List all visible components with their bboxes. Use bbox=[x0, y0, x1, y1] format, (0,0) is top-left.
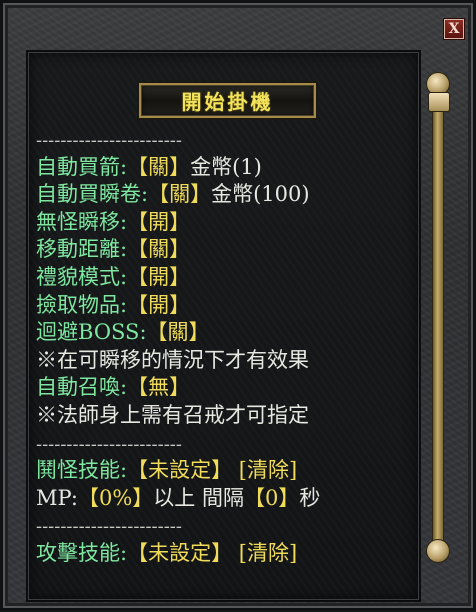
setting-label: 迴避BOSS: bbox=[36, 320, 147, 345]
setting-toggle[interactable]: 【關】 bbox=[148, 182, 211, 206]
setting-row: 移動距離:【關】 bbox=[36, 236, 416, 264]
setting-toggle[interactable]: 【關】 bbox=[147, 320, 210, 344]
setting-label: 撿取物品: bbox=[36, 292, 128, 317]
scrollbar-thumb[interactable] bbox=[428, 92, 450, 112]
setting-row: 自動買瞬卷:【關】金幣(100) bbox=[36, 181, 416, 209]
skill-clear-button[interactable]: [清除] bbox=[239, 541, 297, 565]
note-row: ※在可瞬移的情況下才有效果 bbox=[36, 347, 416, 375]
setting-toggle[interactable]: 【無】 bbox=[127, 375, 190, 399]
note-text: ※法師身上需有召戒才可指定 bbox=[36, 402, 309, 427]
skill-row: 攻擊技能:【未設定】 [清除] bbox=[36, 540, 416, 568]
setting-label: 自動買箭: bbox=[36, 154, 128, 179]
setting-extra: 金幣(100) bbox=[211, 182, 310, 207]
mp-seconds-label: 秒 bbox=[299, 485, 321, 510]
note-row: ※法師身上需有召戒才可指定 bbox=[36, 402, 416, 430]
mp-interval-label: 以上 間隔 bbox=[153, 485, 244, 510]
divider: ------------------------ bbox=[36, 430, 416, 458]
mp-label: MP: bbox=[36, 485, 78, 510]
setting-toggle[interactable]: 【關】 bbox=[127, 237, 190, 261]
mp-percent-select[interactable]: 【0%】 bbox=[78, 486, 153, 510]
skill-label: 鬨怪技能: bbox=[36, 458, 128, 483]
scroll-down-knob[interactable] bbox=[426, 539, 450, 563]
skill-select[interactable]: 【未設定】 bbox=[127, 541, 232, 565]
skill-row: 鬨怪技能:【未設定】 [清除] bbox=[36, 457, 416, 485]
setting-toggle[interactable]: 【開】 bbox=[127, 210, 190, 234]
setting-toggle[interactable]: 【開】 bbox=[127, 293, 190, 317]
setting-label: 自動召喚: bbox=[36, 375, 128, 400]
skill-select[interactable]: 【未設定】 bbox=[127, 458, 232, 482]
start-auto-hunt-button[interactable]: 開始掛機 bbox=[139, 83, 316, 118]
setting-row: 自動買箭:【關】金幣(1) bbox=[36, 154, 416, 182]
divider-text: ------------------------ bbox=[36, 516, 182, 538]
mp-row: MP:【0%】以上 間隔【0】秒 bbox=[36, 485, 416, 513]
setting-label: 自動買瞬卷: bbox=[36, 182, 149, 207]
divider: ------------------------ bbox=[36, 512, 416, 540]
divider: ------------------------ bbox=[36, 126, 416, 154]
setting-toggle[interactable]: 【關】 bbox=[127, 155, 190, 179]
setting-row: 迴避BOSS:【關】 bbox=[36, 319, 416, 347]
setting-toggle[interactable]: 【開】 bbox=[127, 265, 190, 289]
close-button[interactable]: X bbox=[444, 19, 464, 39]
setting-label: 無怪瞬移: bbox=[36, 209, 128, 234]
mp-interval-select[interactable]: 【0】 bbox=[244, 486, 299, 510]
setting-row: 撿取物品:【開】 bbox=[36, 292, 416, 320]
note-text: ※在可瞬移的情況下才有效果 bbox=[36, 347, 309, 372]
setting-label: 移動距離: bbox=[36, 237, 128, 262]
setting-row: 禮貌模式:【開】 bbox=[36, 264, 416, 292]
divider-text: ------------------------ bbox=[36, 433, 182, 455]
divider-text: ------------------------ bbox=[36, 130, 182, 151]
skill-label: 攻擊技能: bbox=[36, 540, 128, 565]
scrollbar-track[interactable] bbox=[432, 90, 444, 548]
setting-row: 無怪瞬移:【開】 bbox=[36, 209, 416, 237]
setting-extra: 金幣(1) bbox=[190, 154, 262, 179]
settings-list: ------------------------ 自動買箭:【關】金幣(1) 自動買… bbox=[36, 126, 416, 612]
setting-row: 自動召喚:【無】 bbox=[36, 374, 416, 402]
setting-label: 禮貌模式: bbox=[36, 264, 128, 289]
skill-clear-button[interactable]: [清除] bbox=[239, 458, 297, 482]
